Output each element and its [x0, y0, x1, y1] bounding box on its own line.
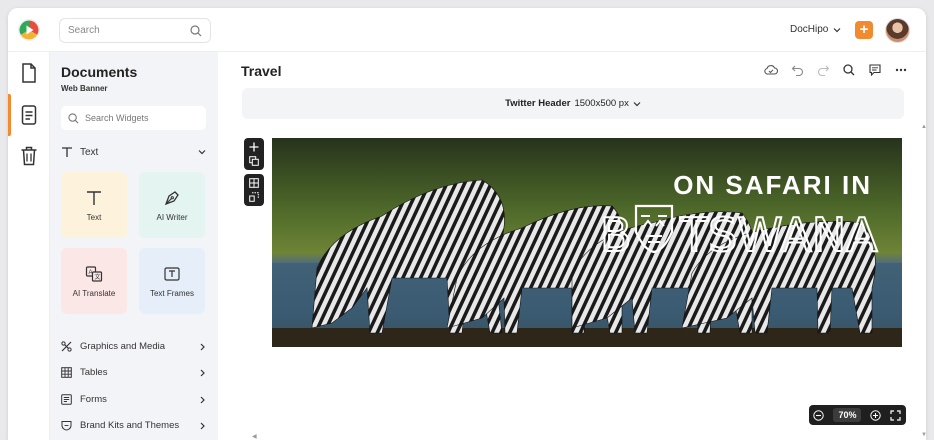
form-icon [61, 394, 72, 405]
zoom-controls: 70% [809, 405, 906, 425]
zoom-level[interactable]: 70% [833, 408, 862, 422]
scroll-down-arrow[interactable]: ▼ [921, 432, 926, 438]
page-icon [21, 105, 37, 125]
size-preset-name: Twitter Header [505, 98, 571, 109]
banner-headline[interactable]: ON SAFARI IN [673, 170, 872, 200]
panel-title: Documents [61, 64, 138, 80]
chevron-right-icon [200, 396, 205, 403]
panel-subtitle: Web Banner [61, 84, 108, 93]
size-dimensions: 1500x500 px [574, 98, 629, 109]
text-frames-tile[interactable]: Text Frames [139, 248, 205, 314]
chevron-right-icon [200, 343, 205, 350]
search-icon[interactable] [842, 63, 856, 77]
editor-workspace: Travel Twitter Header 1500x500 px ON SAF… [218, 52, 926, 440]
more-options-icon[interactable] [894, 63, 908, 77]
rail-active-indicator [8, 94, 11, 136]
ai-translate-tile[interactable]: A文 AI Translate [61, 248, 127, 314]
chevron-down-icon [198, 150, 206, 155]
shore [272, 328, 902, 347]
workspace-name: DocHipo [790, 24, 829, 35]
zoom-out-icon[interactable] [813, 409, 825, 421]
menu-label: Tables [80, 367, 108, 378]
chevron-down-icon [833, 27, 841, 32]
app-window: Search DocHipo + Documents Web Banner Se… [8, 8, 926, 440]
add-page-icon[interactable] [249, 142, 259, 152]
chevron-right-icon [200, 369, 205, 376]
graphics-icon [61, 341, 72, 352]
svg-text:A: A [89, 270, 93, 276]
tile-label: Text Frames [149, 288, 194, 298]
chevron-down-icon [633, 101, 641, 106]
banner-title-rest[interactable]: TSWANA [678, 207, 879, 263]
left-rail [8, 52, 50, 440]
redo-icon[interactable] [816, 63, 830, 77]
menu-label: Forms [80, 394, 107, 405]
menu-tables[interactable]: Tables [61, 367, 206, 378]
zoom-in-icon[interactable] [870, 409, 882, 421]
scroll-up-arrow[interactable]: ▲ [921, 124, 926, 130]
undo-icon[interactable] [790, 63, 804, 77]
toolbar [764, 63, 908, 77]
search-icon[interactable] [190, 24, 202, 37]
widget-search-placeholder: Search Widgets [85, 113, 149, 123]
grid-icon[interactable] [249, 178, 259, 188]
select-area-icon[interactable] [249, 192, 259, 202]
menu-graphics-and-media[interactable]: Graphics and Media [61, 341, 206, 352]
top-bar: Search DocHipo + [8, 8, 926, 52]
menu-forms[interactable]: Forms [61, 394, 206, 405]
menu-brand-kits-and-themes[interactable]: Brand Kits and Themes [61, 420, 206, 431]
brand-kit-icon [61, 421, 72, 431]
canvas-tools [244, 138, 264, 210]
search-box[interactable]: Search [59, 18, 211, 43]
document-title[interactable]: Travel [241, 63, 281, 79]
banner-title-b[interactable]: B [599, 207, 633, 263]
tile-label: AI Translate [72, 288, 116, 298]
pen-nib-icon [164, 190, 179, 205]
text-tile[interactable]: Text [61, 172, 127, 238]
cloud-save-icon[interactable] [764, 63, 778, 77]
document-icon [22, 63, 36, 83]
pages-nav-button[interactable] [17, 103, 41, 127]
chevron-right-icon [200, 422, 205, 429]
svg-text:文: 文 [95, 273, 101, 281]
layout-actions [244, 174, 264, 206]
canvas-size-selector[interactable]: Twitter Header 1500x500 px [242, 88, 904, 119]
trash-icon [21, 146, 37, 166]
translate-icon: A文 [85, 265, 103, 282]
scroll-left-arrow[interactable]: ◀ [252, 433, 257, 440]
widgets-panel: Documents Web Banner Search Widgets Text… [50, 52, 218, 440]
text-t-icon [87, 190, 101, 205]
tile-label: AI Writer [156, 212, 188, 222]
table-icon [61, 367, 72, 378]
duplicate-page-icon[interactable] [249, 156, 259, 166]
search-placeholder: Search [68, 25, 100, 36]
workspace-selector[interactable]: DocHipo [790, 24, 841, 35]
ai-writer-tile[interactable]: AI Writer [139, 172, 205, 238]
text-t-icon [62, 147, 72, 157]
create-new-button[interactable]: + [855, 21, 873, 39]
documents-nav-button[interactable] [17, 61, 41, 85]
comment-icon[interactable] [868, 63, 882, 77]
avatar[interactable] [885, 18, 910, 43]
text-section-label: Text [80, 146, 99, 158]
search-icon [68, 112, 79, 123]
dochipo-logo[interactable] [18, 19, 40, 41]
tile-label: Text [86, 212, 102, 222]
menu-label: Graphics and Media [80, 341, 166, 352]
widget-search-input[interactable]: Search Widgets [61, 106, 206, 130]
trash-nav-button[interactable] [17, 144, 41, 168]
menu-label: Brand Kits and Themes [80, 420, 180, 431]
text-section-header[interactable]: Text [61, 146, 206, 158]
text-frame-icon [164, 266, 180, 281]
fullscreen-icon[interactable] [890, 409, 902, 421]
page-actions [244, 138, 264, 170]
banner-canvas[interactable]: ON SAFARI IN B TSWANA [272, 138, 902, 347]
